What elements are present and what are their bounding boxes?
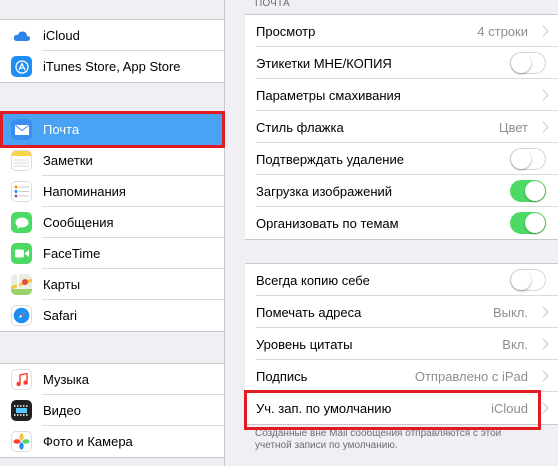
composing-settings-group: Всегда копию себе Помечать адреса Выкл. …: [245, 263, 558, 425]
sidebar-group-media: Музыка Видео Фото и Камера: [0, 363, 224, 458]
sidebar-item-label: Почта: [43, 122, 80, 137]
signature-row[interactable]: Подпись Отправлено с iPad: [245, 360, 558, 392]
photos-icon: [11, 431, 32, 452]
sidebar-item-label: Видео: [43, 403, 81, 418]
organize-by-thread-row: Организовать по темам: [245, 207, 558, 239]
row-label: Подтверждать удаление: [256, 151, 404, 167]
row-label: Стиль флажка: [256, 119, 344, 135]
app-store-icon: [11, 56, 32, 77]
sidebar-item-icloud[interactable]: iCloud: [0, 20, 224, 51]
cloud-icon: [11, 25, 32, 46]
sidebar-item-label: Карты: [43, 277, 81, 292]
sidebar-item-label: Safari: [43, 308, 77, 323]
row-label: Загрузка изображений: [256, 183, 393, 199]
sidebar-item-label: iCloud: [43, 28, 80, 43]
sidebar-item-notes[interactable]: Заметки: [0, 145, 224, 176]
row-label: Уч. зап. по умолчанию: [256, 400, 392, 416]
row-value: Цвет: [498, 119, 528, 135]
sidebar-item-label: Музыка: [43, 372, 89, 387]
row-value: iCloud: [491, 400, 528, 416]
load-remote-images-toggle[interactable]: [510, 180, 546, 202]
maps-icon: [11, 274, 32, 295]
row-label: Параметры смахивания: [256, 87, 401, 103]
row-label: Подпись: [256, 368, 308, 384]
sidebar-item-label: FaceTime: [43, 246, 101, 261]
quote-level-row[interactable]: Уровень цитаты Вкл.: [245, 328, 558, 360]
row-value: 4 строки: [477, 23, 528, 39]
sidebar-item-itunes-app-store[interactable]: iTunes Store, App Store: [0, 51, 224, 82]
notes-icon: [11, 150, 32, 171]
settings-sidebar: iCloud iTunes Store, App Store Почта Зам…: [0, 0, 225, 466]
row-label: Всегда копию себе: [256, 272, 370, 288]
chevron-right-icon: [537, 306, 549, 318]
ask-before-deleting-toggle[interactable]: [510, 148, 546, 170]
mail-settings-panel: ПОЧТА Просмотр 4 строки Этикетки МНЕ/КОП…: [225, 0, 558, 466]
mail-settings-group: Просмотр 4 строки Этикетки МНЕ/КОПИЯ Пар…: [245, 14, 558, 240]
video-icon: [11, 400, 32, 421]
chevron-right-icon: [537, 121, 549, 133]
sidebar-item-video[interactable]: Видео: [0, 395, 224, 426]
sidebar-item-reminders[interactable]: Напоминания: [0, 176, 224, 207]
section-title: ПОЧТА: [255, 0, 290, 9]
ask-before-deleting-row: Подтверждать удаление: [245, 143, 558, 175]
flag-style-row[interactable]: Стиль флажка Цвет: [245, 111, 558, 143]
sidebar-group-apps: Почта Заметки Напоминания Сообщения Face…: [0, 113, 224, 332]
mark-addresses-row[interactable]: Помечать адреса Выкл.: [245, 296, 558, 328]
sidebar-item-label: Фото и Камера: [43, 434, 133, 449]
facetime-icon: [11, 243, 32, 264]
sidebar-item-label: Напоминания: [43, 184, 126, 199]
music-icon: [11, 369, 32, 390]
sidebar-item-label: Заметки: [43, 153, 93, 168]
row-value: Вкл.: [502, 336, 528, 352]
sidebar-group-accounts: iCloud iTunes Store, App Store: [0, 19, 224, 83]
sidebar-item-photos-camera[interactable]: Фото и Камера: [0, 426, 224, 457]
mail-icon: [11, 119, 32, 140]
messages-icon: [11, 212, 32, 233]
sidebar-item-safari[interactable]: Safari: [0, 300, 224, 331]
to-cc-labels-row: Этикетки МНЕ/КОПИЯ: [245, 47, 558, 79]
sidebar-item-maps[interactable]: Карты: [0, 269, 224, 300]
chevron-right-icon: [537, 25, 549, 37]
preview-row[interactable]: Просмотр 4 строки: [245, 15, 558, 47]
row-label: Помечать адреса: [256, 304, 362, 320]
row-label: Этикетки МНЕ/КОПИЯ: [256, 55, 392, 71]
default-account-row[interactable]: Уч. зап. по умолчанию iCloud: [245, 392, 558, 424]
reminders-icon: [11, 181, 32, 202]
chevron-right-icon: [537, 370, 549, 382]
always-bcc-myself-toggle[interactable]: [510, 269, 546, 291]
chevron-right-icon: [537, 89, 549, 101]
row-label: Уровень цитаты: [256, 336, 353, 352]
sidebar-item-facetime[interactable]: FaceTime: [0, 238, 224, 269]
always-bcc-myself-row: Всегда копию себе: [245, 264, 558, 296]
sidebar-item-music[interactable]: Музыка: [0, 364, 224, 395]
organize-by-thread-toggle[interactable]: [510, 212, 546, 234]
to-cc-labels-toggle[interactable]: [510, 52, 546, 74]
safari-icon: [11, 305, 32, 326]
chevron-right-icon: [537, 402, 549, 414]
sidebar-item-messages[interactable]: Сообщения: [0, 207, 224, 238]
row-label: Просмотр: [256, 23, 316, 39]
row-label: Организовать по темам: [256, 215, 399, 231]
chevron-right-icon: [537, 338, 549, 350]
sidebar-item-label: Сообщения: [43, 215, 114, 230]
sidebar-item-label: iTunes Store, App Store: [43, 59, 181, 74]
row-value: Отправлено с iPad: [414, 368, 528, 384]
load-remote-images-row: Загрузка изображений: [245, 175, 558, 207]
default-account-footnote: Созданные вне Mail сообщения отправляютс…: [255, 428, 502, 451]
swipe-options-row[interactable]: Параметры смахивания: [245, 79, 558, 111]
row-value: Выкл.: [492, 304, 528, 320]
sidebar-item-mail[interactable]: Почта: [0, 114, 224, 145]
